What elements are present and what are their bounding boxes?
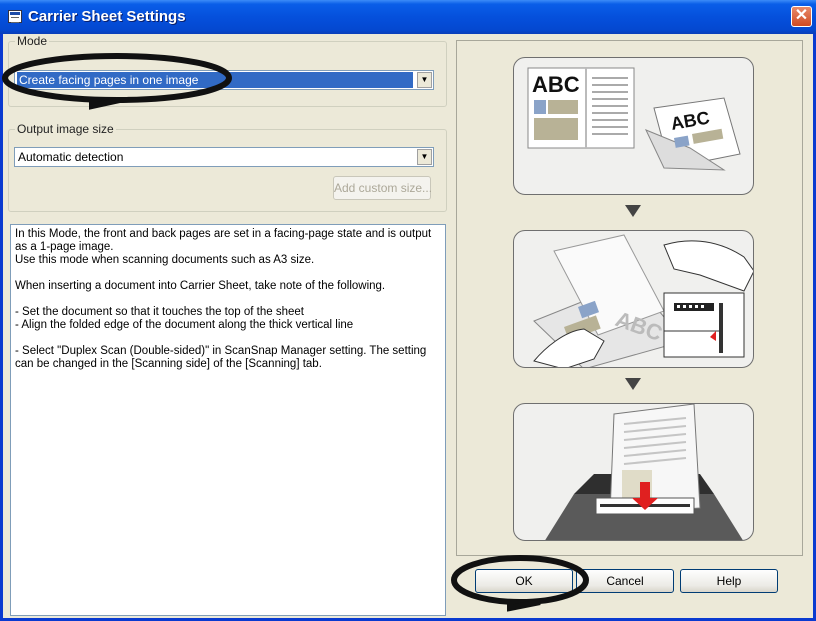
mode-legend: Mode <box>15 34 50 48</box>
output-size-group: Output image size Automatic detection ▼ … <box>8 122 447 212</box>
illustration-facing-pages: ABC ABC <box>513 57 754 195</box>
add-custom-size-button[interactable]: Add custom size... <box>333 176 432 200</box>
mode-select-value: Create facing pages in one image <box>17 72 413 88</box>
mode-description-textbox[interactable]: In this Mode, the front and back pages a… <box>10 224 446 616</box>
output-size-legend: Output image size <box>15 122 116 136</box>
description-line: - Set the document so that it touches th… <box>15 306 304 318</box>
window-icon <box>8 10 22 23</box>
cancel-button[interactable]: Cancel <box>576 569 674 593</box>
facing-pages-illustration: ABC ABC <box>527 67 741 171</box>
chevron-down-icon[interactable]: ▼ <box>417 149 432 165</box>
mode-select[interactable]: Create facing pages in one image ▼ <box>14 70 434 90</box>
arrow-down-icon <box>625 205 641 217</box>
ok-button[interactable]: OK <box>475 569 573 593</box>
insert-sheet-illustration: ABC <box>533 234 753 367</box>
scanner-illustration <box>545 404 743 540</box>
description-line: In this Mode, the front and back pages a… <box>15 228 435 253</box>
description-line <box>15 267 441 280</box>
chevron-down-icon[interactable]: ▼ <box>417 72 432 88</box>
description-line <box>15 293 441 306</box>
help-button[interactable]: Help <box>680 569 778 593</box>
description-line: When inserting a document into Carrier S… <box>15 280 386 292</box>
description-line: Use this mode when scanning documents su… <box>15 254 315 266</box>
arrow-down-icon <box>625 378 641 390</box>
description-line: - Select "Duplex Scan (Double-sided)" in… <box>15 345 430 370</box>
output-size-select[interactable]: Automatic detection ▼ <box>14 147 434 167</box>
illustration-insert-sheet: ABC <box>513 230 754 368</box>
description-line <box>15 332 441 345</box>
window-title: Carrier Sheet Settings <box>28 8 186 25</box>
output-size-select-value: Automatic detection <box>18 150 124 164</box>
title-bar[interactable]: Carrier Sheet Settings ✕ <box>0 0 816 34</box>
mode-group: Mode Create facing pages in one image ▼ <box>8 34 447 107</box>
illustration-scanner <box>513 403 754 541</box>
description-line: - Align the folded edge of the document … <box>15 319 354 331</box>
dialog-window: Carrier Sheet Settings ✕ Mode Create fac… <box>0 0 816 621</box>
illustration-panel: ABC ABC ABC <box>456 40 803 556</box>
dialog-body: Mode Create facing pages in one image ▼ … <box>3 34 813 618</box>
abc-text-left: ABC <box>532 72 580 97</box>
close-button[interactable]: ✕ <box>791 6 812 27</box>
